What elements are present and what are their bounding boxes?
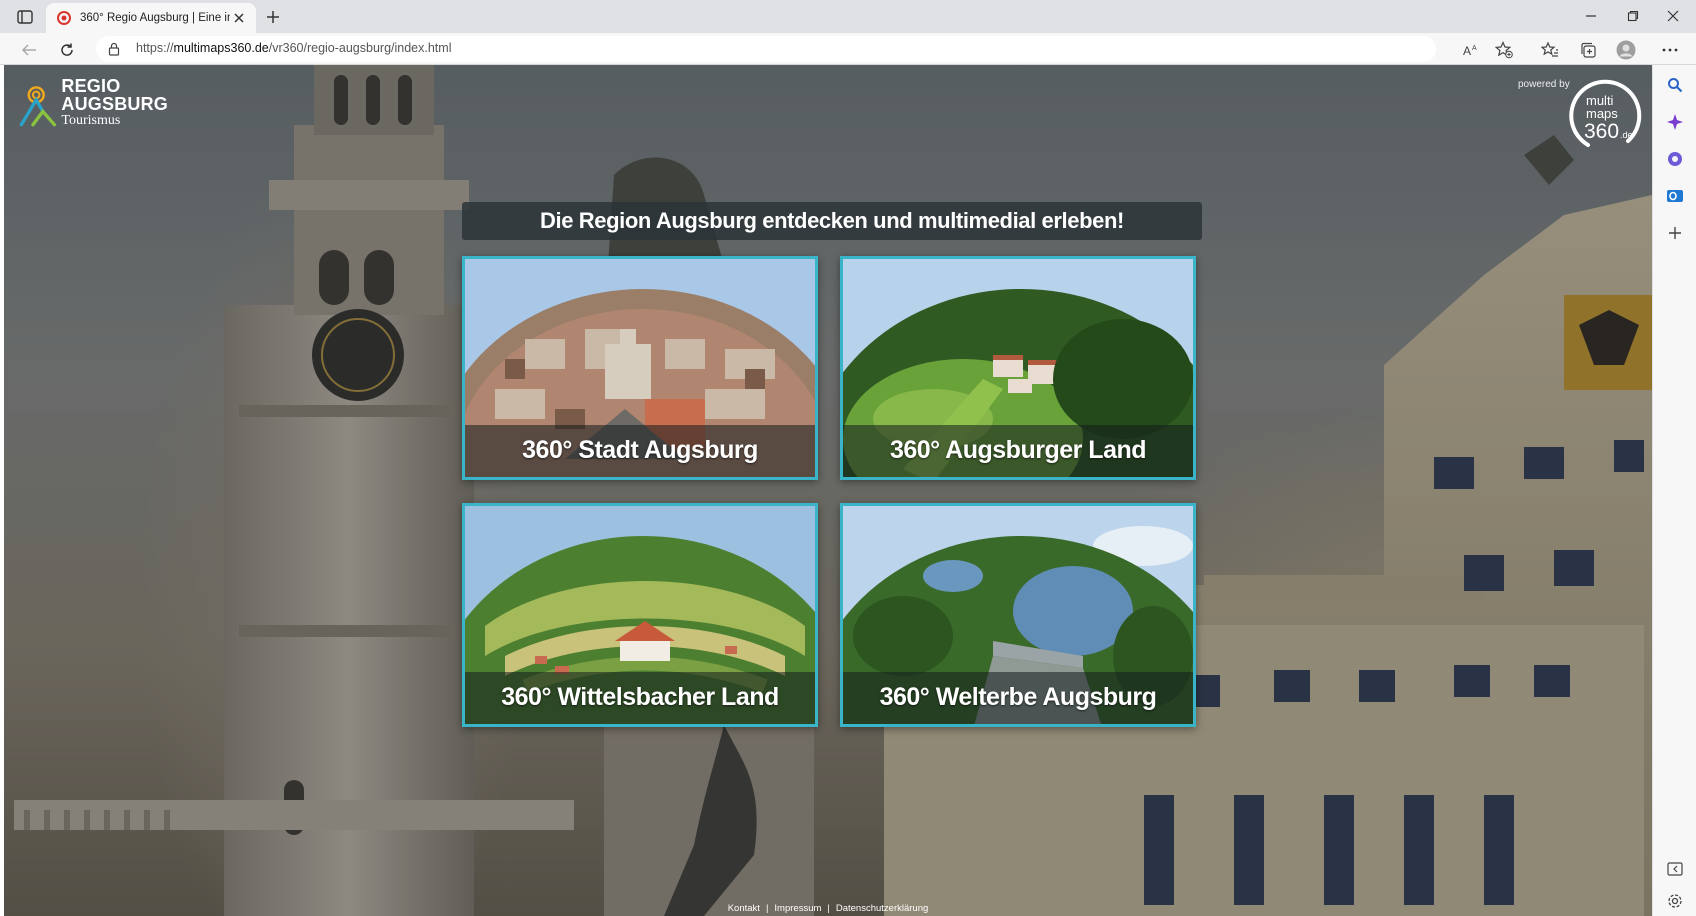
favorite-add-icon[interactable] <box>1494 40 1514 60</box>
regio-line-3: Tourismus <box>61 113 121 128</box>
outlook-icon[interactable] <box>1665 186 1685 206</box>
tile-stadt-augsburg[interactable]: 360° Stadt Augsburg <box>462 256 818 480</box>
url-host: multimaps360.de <box>173 41 269 55</box>
add-icon[interactable] <box>1665 223 1685 243</box>
svg-text:A: A <box>1472 45 1477 52</box>
footer-impressum-link[interactable]: Impressum <box>774 903 821 914</box>
powered-by-label: powered by <box>1518 79 1570 90</box>
mm-line-3: 360 <box>1584 120 1619 143</box>
restore-icon[interactable] <box>1624 7 1642 25</box>
regio-augsburg-wordmark: REGIO AUGSBURG Tourismus <box>61 77 168 128</box>
page-headline: Die Region Augsburg entdecken und multim… <box>462 202 1202 240</box>
url-text[interactable]: https://multimaps360.de/vr360/regio-augs… <box>136 41 451 55</box>
tile-label: 360° Wittelsbacher Land <box>465 672 815 724</box>
footer-datenschutz-link[interactable]: Datenschutzerklärung <box>836 903 928 914</box>
mm-line-2: maps <box>1586 106 1618 121</box>
active-tab[interactable]: 360° Regio Augsburg | Eine inter <box>46 3 256 33</box>
tile-augsburger-land[interactable]: 360° Augsburger Land <box>840 256 1196 480</box>
profile-icon[interactable] <box>1616 40 1636 60</box>
footer-kontakt-link[interactable]: Kontakt <box>728 903 760 914</box>
tab-actions-icon[interactable] <box>12 6 38 28</box>
site-favicon-icon <box>57 11 71 25</box>
games-icon[interactable] <box>1665 149 1685 169</box>
background-dim-overlay <box>4 65 1652 916</box>
url-scheme: https:// <box>136 41 174 55</box>
tile-label: 360° Augsburger Land <box>843 425 1193 477</box>
reload-icon[interactable] <box>56 39 78 61</box>
settings-icon[interactable] <box>1665 891 1685 911</box>
favorites-icon[interactable] <box>1540 40 1560 60</box>
tile-welterbe-augsburg[interactable]: 360° Welterbe Augsburg <box>840 503 1196 727</box>
footer-links: Kontakt | Impressum | Datenschutzerklärung <box>4 903 1652 914</box>
url-path: /vr360/regio-augsburg/index.html <box>268 41 452 55</box>
multimaps360-logo[interactable]: multi maps 360 .de <box>1566 75 1642 151</box>
tile-wittelsbacher-land[interactable]: 360° Wittelsbacher Land <box>462 503 818 727</box>
address-toolbar: https://multimaps360.de/vr360/regio-augs… <box>0 33 1696 65</box>
minimize-icon[interactable] <box>1582 7 1600 25</box>
lock-icon[interactable] <box>108 42 120 56</box>
mm-suffix: .de <box>1620 130 1633 140</box>
search-icon[interactable] <box>1665 75 1685 95</box>
more-icon[interactable] <box>1660 40 1680 60</box>
footer-separator: | <box>765 903 769 914</box>
svg-text:A: A <box>1463 44 1471 57</box>
close-tab-icon[interactable] <box>232 11 246 25</box>
regio-line-1: REGIO <box>61 76 121 96</box>
copilot-icon[interactable] <box>1665 112 1685 132</box>
url-bar[interactable]: https://multimaps360.de/vr360/regio-augs… <box>96 36 1436 62</box>
tab-bar: 360° Regio Augsburg | Eine inter <box>0 0 1696 33</box>
back-icon[interactable] <box>18 39 40 61</box>
regio-augsburg-mark-icon <box>19 86 57 127</box>
footer-separator: | <box>827 903 830 914</box>
collections-icon[interactable] <box>1578 40 1598 60</box>
regio-line-2: AUGSBURG <box>61 94 168 114</box>
tile-label: 360° Welterbe Augsburg <box>843 672 1193 724</box>
page-viewport: REGIO AUGSBURG Tourismus powered by mult… <box>4 65 1652 916</box>
new-tab-icon[interactable] <box>262 6 284 28</box>
hide-sidebar-icon[interactable] <box>1665 859 1685 879</box>
regio-augsburg-logo[interactable]: REGIO AUGSBURG Tourismus <box>18 77 168 137</box>
edge-sidebar <box>1652 65 1696 916</box>
tile-label: 360° Stadt Augsburg <box>465 425 815 477</box>
read-aloud-icon[interactable]: AA <box>1462 40 1482 60</box>
close-window-icon[interactable] <box>1664 7 1682 25</box>
tab-title: 360° Regio Augsburg | Eine inter <box>80 12 230 24</box>
